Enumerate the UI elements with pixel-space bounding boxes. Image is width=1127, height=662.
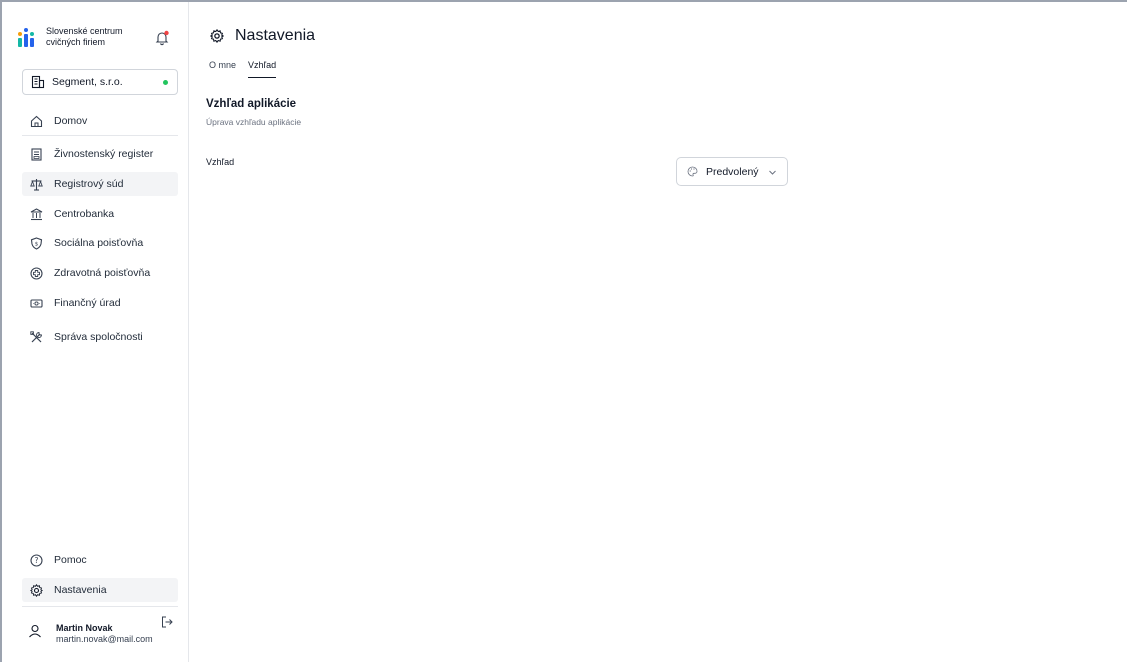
company-name: Segment, s.r.o. [52, 76, 123, 88]
tools-icon [30, 330, 42, 342]
sidebar-item-central-bank[interactable]: Centrobanka [22, 202, 178, 226]
brand-logo-icon [18, 27, 36, 47]
brand-name-line1: Slovenské centrum [46, 26, 123, 36]
svg-text:?: ? [35, 556, 39, 565]
svg-text:$: $ [35, 241, 39, 247]
sidebar-item-label: Správa spoločnosti [54, 331, 143, 343]
page-header: Nastavenia [210, 27, 315, 45]
sidebar-item-settings[interactable]: Nastavenia [22, 578, 178, 602]
sidebar-divider [22, 606, 178, 607]
sidebar-item-label: Živnostenský register [54, 148, 154, 160]
user-profile[interactable]: Martin Novak martin.novak@mail.com [22, 616, 182, 652]
sidebar-item-label: Domov [54, 115, 88, 127]
shield-icon: $ [30, 236, 43, 250]
banknote-icon [30, 298, 43, 308]
sidebar-item-label: Zdravotná poisťovňa [54, 267, 151, 279]
logout-icon[interactable] [161, 616, 173, 628]
sidebar-item-help[interactable]: ? Pomoc [22, 548, 178, 572]
palette-icon [687, 166, 698, 177]
appearance-select[interactable]: Predvolený [676, 157, 788, 186]
sidebar-item-home[interactable]: Domov [22, 109, 178, 133]
sidebar-divider [22, 135, 178, 136]
scales-icon [30, 178, 43, 191]
appearance-select-value: Predvolený [706, 165, 759, 178]
document-icon [31, 147, 42, 161]
company-selector[interactable]: Segment, s.r.o. [22, 69, 178, 95]
medical-cross-icon [30, 266, 43, 280]
sidebar-item-health-insurance[interactable]: Zdravotná poisťovňa [22, 261, 178, 285]
sidebar-item-social-insurance[interactable]: $ Sociálna poisťovňa [22, 231, 178, 255]
sidebar-item-label: Registrový súd [54, 178, 124, 190]
notification-bell-icon[interactable] [154, 30, 170, 46]
settings-tabs: O mne Vzhľad [209, 60, 288, 78]
page-title: Nastavenia [235, 27, 316, 44]
sidebar-item-label: Pomoc [54, 554, 87, 566]
help-icon: ? [30, 553, 43, 567]
sidebar-item-label: Nastavenia [54, 584, 107, 596]
sidebar-item-label: Finančný úrad [54, 297, 121, 309]
user-avatar-icon [29, 624, 41, 638]
brand[interactable]: Slovenské centrum cvičných firiem [18, 26, 123, 48]
user-name: Martin Novak [56, 623, 113, 633]
tab-appearance[interactable]: Vzhľad [248, 60, 277, 78]
gear-icon [30, 583, 43, 597]
brand-name-line2: cvičných firiem [46, 37, 106, 47]
appearance-field-label: Vzhľad [206, 157, 235, 167]
section-subtitle: Úprava vzhľadu aplikácie [206, 117, 302, 127]
status-dot-icon [163, 80, 168, 85]
building-icon [31, 75, 45, 89]
sidebar-item-label: Centrobanka [54, 208, 115, 220]
sidebar-item-tax-office[interactable]: Finančný úrad [22, 291, 178, 315]
gear-icon [210, 29, 224, 43]
tab-about-me[interactable]: O mne [209, 60, 236, 78]
sidebar-item-company-management[interactable]: Správa spoločnosti [22, 325, 178, 349]
home-icon [30, 115, 43, 127]
sidebar-item-registry-court[interactable]: Registrový súd [22, 172, 178, 196]
section-title: Vzhľad aplikácie [206, 98, 297, 110]
user-email: martin.novak@mail.com [56, 634, 153, 644]
bank-icon [30, 207, 43, 220]
sidebar-item-label: Sociálna poisťovňa [54, 237, 144, 249]
sidebar: Slovenské centrum cvičných firiem Segmen… [2, 2, 189, 662]
chevron-down-icon [769, 170, 776, 175]
sidebar-item-trade-register[interactable]: Živnostenský register [22, 142, 178, 166]
